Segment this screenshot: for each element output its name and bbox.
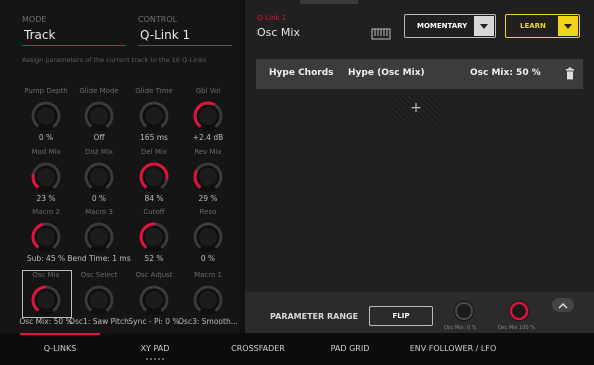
- description-text: Assign parameters of the current track t…: [22, 56, 207, 64]
- knob-dial[interactable]: [30, 161, 62, 193]
- knob-cap: [199, 228, 217, 246]
- trash-icon[interactable]: [565, 67, 575, 80]
- flip-button-label: FLIP: [392, 312, 410, 320]
- active-tab-indicator: [20, 333, 100, 335]
- knob-value: 29 %: [198, 194, 218, 203]
- range-min-knob[interactable]: [451, 298, 477, 324]
- range-max-label: Osc Mix 100 %: [498, 325, 536, 331]
- knob-dial[interactable]: [30, 100, 62, 132]
- knob-dial[interactable]: [138, 100, 170, 132]
- knob-cap: [199, 107, 217, 125]
- chevron-down-icon: [564, 24, 572, 29]
- knob-cap: [90, 168, 108, 186]
- mode-dropdown[interactable]: MOMENTARY: [404, 14, 496, 38]
- bottom-tab-bar: Q-LINKS XY PAD CROSSFADER PAD GRID ENV F…: [0, 333, 594, 365]
- qlink-number-label: Q-Link 1: [257, 14, 287, 22]
- knob-macro-1[interactable]: Macro 1 Osc3: Smooth...: [176, 270, 240, 336]
- mode-value[interactable]: Track: [24, 28, 55, 42]
- tab-env-follower-lfo[interactable]: ENV FOLLOWER / LFO: [398, 344, 508, 353]
- knob-dial[interactable]: [138, 161, 170, 193]
- keyboard-icon[interactable]: [371, 28, 391, 40]
- assignment-panel: Q-Link 1 Osc Mix MOMENTARY LEARN Hype Ch…: [245, 0, 594, 333]
- learn-dropdown-arrow[interactable]: [558, 16, 578, 36]
- control-label: CONTROL: [138, 15, 178, 24]
- knob-dial[interactable]: [83, 284, 115, 316]
- knob-cap: [145, 228, 163, 246]
- knob-rev-mix[interactable]: Rev Mix 29 %: [176, 147, 240, 213]
- parameter-range-bar: PARAMETER RANGE FLIP Osc Mix: 0 % Osc Mi…: [245, 292, 594, 333]
- knob-cap: [90, 291, 108, 309]
- control-underline: [138, 45, 232, 46]
- tab-q-links[interactable]: Q-LINKS: [20, 344, 100, 353]
- knob-value: 0 %: [200, 254, 216, 263]
- knob-dial[interactable]: [83, 161, 115, 193]
- knob-reso[interactable]: Reso 0 %: [176, 207, 240, 273]
- knob-dial[interactable]: [192, 221, 224, 253]
- knob-dial[interactable]: [192, 161, 224, 193]
- tab-xy-pad[interactable]: XY PAD: [115, 344, 195, 353]
- collapse-button[interactable]: [552, 298, 574, 312]
- control-value[interactable]: Q-Link 1: [140, 28, 190, 42]
- knob-cap: [37, 168, 55, 186]
- chevron-up-icon: [558, 302, 568, 309]
- knob-label: Gbl Vol: [195, 87, 221, 95]
- learn-button[interactable]: LEARN: [505, 14, 580, 38]
- add-assignment-button[interactable]: +: [390, 94, 442, 124]
- knob-cap: [37, 228, 55, 246]
- knob-value: +2.4 dB: [192, 133, 224, 142]
- learn-button-label: LEARN: [520, 22, 546, 30]
- tab-pad-grid[interactable]: PAD GRID: [310, 344, 390, 353]
- mode-label: MODE: [22, 15, 47, 24]
- add-icon: +: [410, 100, 422, 116]
- knob-cap: [199, 168, 217, 186]
- range-max-knob[interactable]: [506, 298, 532, 324]
- knob-value: Osc3: Smooth...: [178, 317, 238, 326]
- range-min-label: Osc Mix: 0 %: [444, 325, 477, 331]
- knob-cap: [37, 107, 55, 125]
- assignment-row[interactable]: Hype Chords Hype (Osc Mix) Osc Mix: 50 %: [256, 59, 583, 89]
- knob-dial[interactable]: [192, 100, 224, 132]
- mode-dropdown-arrow[interactable]: [474, 16, 494, 36]
- knob-label: Rev Mix: [194, 148, 222, 156]
- mode-dropdown-label: MOMENTARY: [417, 22, 468, 30]
- knob-label: Reso: [199, 208, 217, 216]
- mode-underline: [22, 45, 126, 46]
- knob-cap: [145, 168, 163, 186]
- knob-label: Macro 1: [194, 271, 222, 279]
- knob-cap: [90, 107, 108, 125]
- knob-dial[interactable]: [138, 221, 170, 253]
- flip-button[interactable]: FLIP: [369, 306, 433, 326]
- tab-crossfader[interactable]: CROSSFADER: [218, 344, 298, 353]
- parameter-range-label: PARAMETER RANGE: [270, 312, 359, 321]
- qlink-param-label: Osc Mix: [257, 26, 300, 39]
- knob-cap: [199, 291, 217, 309]
- assignment-value: Osc Mix: 50 %: [470, 68, 541, 78]
- drag-handle[interactable]: [300, 0, 358, 4]
- knob-cap: [145, 291, 163, 309]
- knob-cap: [145, 107, 163, 125]
- knob-dial[interactable]: [192, 284, 224, 316]
- assignment-parameter: Hype (Osc Mix): [348, 68, 425, 78]
- assignment-instrument: Hype Chords: [269, 68, 334, 78]
- knob-dial[interactable]: [83, 221, 115, 253]
- knob-dial[interactable]: [83, 100, 115, 132]
- selected-knob-frame: [22, 270, 72, 318]
- knob-gbl-vol[interactable]: Gbl Vol +2.4 dB: [176, 86, 240, 152]
- tab-dots: [146, 358, 164, 360]
- knob-dial[interactable]: [30, 221, 62, 253]
- knob-cap: [90, 228, 108, 246]
- chevron-down-icon: [480, 24, 488, 29]
- knob-dial[interactable]: [138, 284, 170, 316]
